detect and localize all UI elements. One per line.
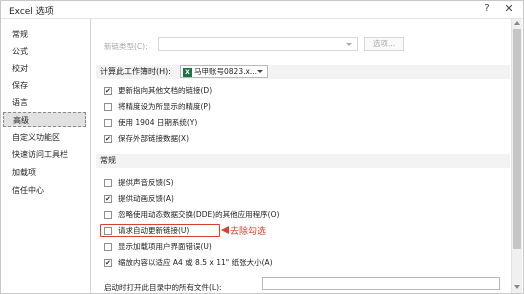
dialog-title: Excel 选项 <box>9 7 54 17</box>
checkbox-show-addin-errors[interactable] <box>104 243 112 251</box>
link-type-dropdown[interactable] <box>158 37 358 51</box>
annotation-text: 去除勾选 <box>230 227 267 237</box>
checkbox-scale-to-a4[interactable] <box>104 257 112 269</box>
options-sidebar: 常规 公式 校对 保存 语言 高级 自定义功能区 快速访问工具栏 加载项 信任中… <box>1 19 91 293</box>
title-bar: Excel 选项 ? ✕ <box>1 1 523 19</box>
general-section-title: 常规 <box>100 156 116 165</box>
workbook-dropdown[interactable]: X 马甲账号0823.x... <box>180 65 268 78</box>
option-label: 使用 1904 日期系统(Y) <box>118 118 198 127</box>
options-button[interactable]: 选项... <box>364 37 404 51</box>
excel-icon: X <box>183 67 192 77</box>
calc-section-title: 计算此工作簿时(H): <box>100 67 171 76</box>
checkbox-sound-feedback[interactable] <box>104 179 112 187</box>
startup-folder-label: 启动时打开此目录中的所有文件(L): <box>104 283 222 292</box>
scroll-up-icon[interactable] <box>514 21 520 25</box>
general-section-header: 常规 <box>96 154 510 168</box>
link-type-label: 新链类型(C): <box>104 42 148 51</box>
startup-folder-input[interactable] <box>262 277 500 290</box>
sidebar-item-language[interactable]: 语言 <box>1 95 89 110</box>
checkbox-animation-feedback[interactable] <box>104 193 112 205</box>
sidebar-item-quick-access-toolbar[interactable]: 快速访问工具栏 <box>1 147 89 162</box>
checkbox-update-links[interactable] <box>104 85 112 97</box>
sidebar-item-trust-center[interactable]: 信任中心 <box>1 183 89 198</box>
checkbox-1904-date-system[interactable] <box>104 119 112 127</box>
option-label: 保存外部链接数据(X) <box>118 134 189 143</box>
close-button[interactable]: ✕ <box>503 2 515 15</box>
sidebar-item-save[interactable]: 保存 <box>1 78 89 93</box>
sidebar-item-customize-ribbon[interactable]: 自定义功能区 <box>1 130 89 145</box>
sidebar-item-proofing[interactable]: 校对 <box>1 61 89 76</box>
sidebar-item-formulas[interactable]: 公式 <box>1 44 89 59</box>
advanced-options-panel: 新链类型(C): 选项... 计算此工作簿时(H): X 马甲账号0823.x..… <box>92 19 512 293</box>
option-label: 提供动画反馈(A) <box>118 194 174 203</box>
option-label: 缩放内容以适应 A4 或 8.5 x 11" 纸张大小(A) <box>118 258 273 267</box>
calc-section-header: 计算此工作簿时(H): <box>96 65 510 79</box>
checkbox-precision-as-displayed[interactable] <box>104 103 112 111</box>
option-label: 提供声音反馈(S) <box>118 178 174 187</box>
option-label: 更新指向其他文档的链接(D) <box>118 86 213 95</box>
sidebar-item-advanced[interactable]: 高级 <box>3 112 86 127</box>
checkbox-ignore-dde[interactable] <box>104 211 112 219</box>
option-label: 显示加载项用户界面错误(U) <box>118 242 212 251</box>
vertical-scrollbar[interactable] <box>511 19 522 293</box>
checkbox-save-external-link-values[interactable] <box>104 133 112 145</box>
option-label: 忽略使用动态数据交换(DDE)的其他应用程序(O) <box>118 210 280 219</box>
option-label: 将精度设为所显示的精度(P) <box>118 102 211 111</box>
sidebar-item-general[interactable]: 常规 <box>1 27 89 42</box>
scroll-thumb[interactable] <box>513 29 521 249</box>
chevron-down-icon <box>257 70 263 73</box>
scroll-down-icon[interactable] <box>514 285 520 289</box>
chevron-down-icon <box>346 43 352 46</box>
annotation-highlight-box <box>100 224 220 237</box>
workbook-name: 马甲账号0823.x... <box>194 67 258 76</box>
sidebar-item-add-ins[interactable]: 加载项 <box>1 165 89 180</box>
help-button[interactable]: ? <box>481 3 493 14</box>
